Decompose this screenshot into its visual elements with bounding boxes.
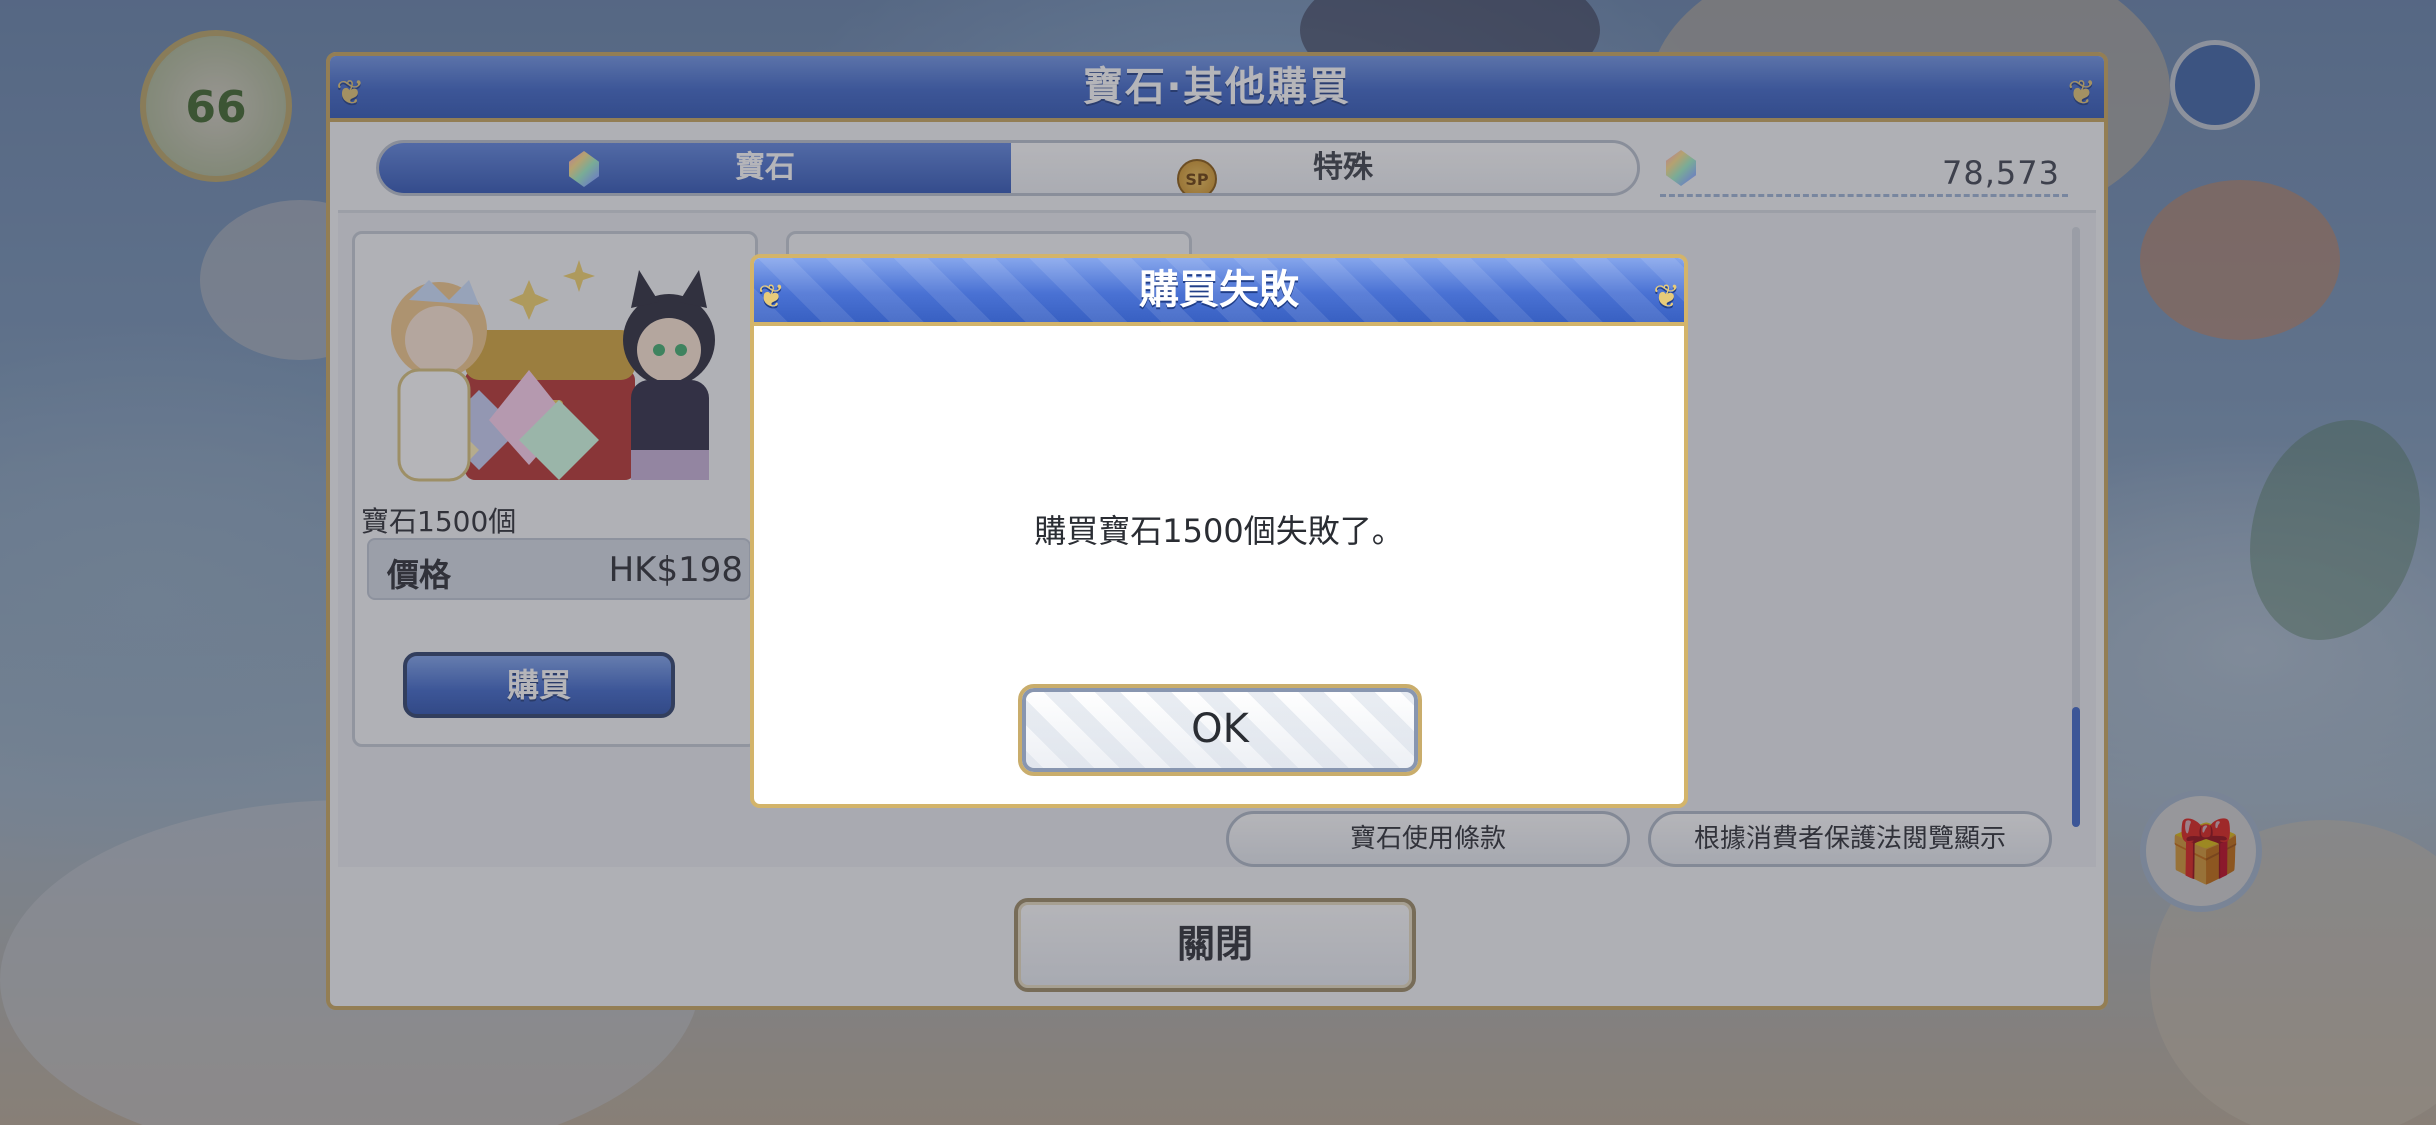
dialog-message: 購買寶石1500個失敗了。 <box>1034 512 1404 550</box>
purchase-failed-dialog: 購買失敗 購買寶石1500個失敗了。 OK <box>750 254 1688 808</box>
dialog-title: 購買失敗 <box>754 258 1684 328</box>
ok-button[interactable]: OK <box>1018 684 1422 776</box>
